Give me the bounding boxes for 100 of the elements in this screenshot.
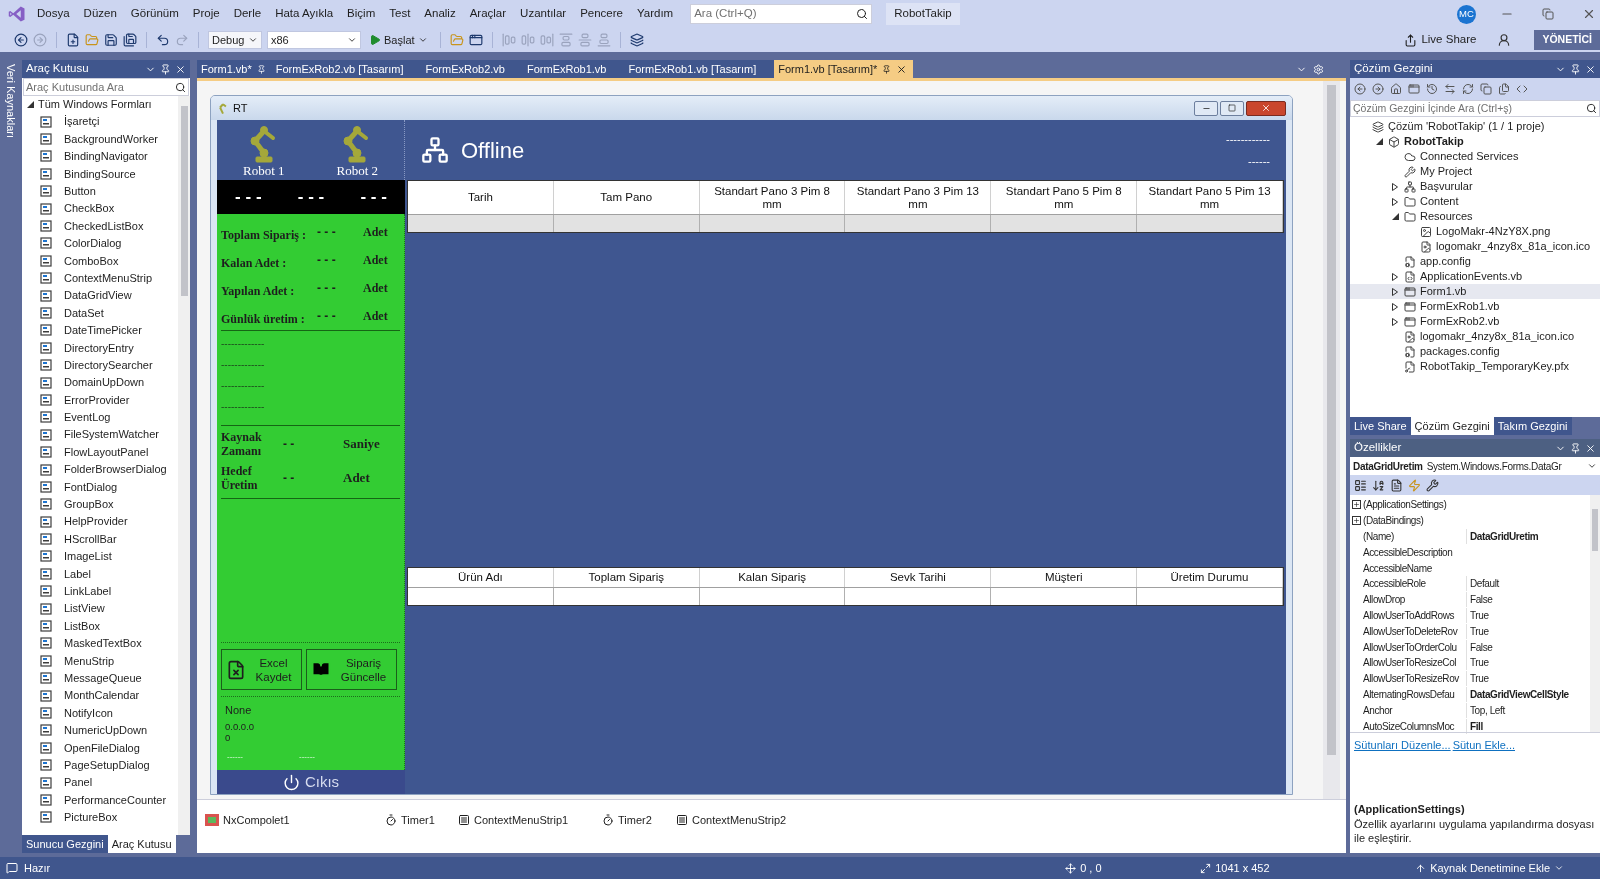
- expand-icon[interactable]: [1351, 500, 1361, 510]
- property-value[interactable]: Default: [1466, 576, 1499, 592]
- expand-icon[interactable]: [1351, 516, 1361, 526]
- toolbox-item[interactable]: Panel: [64, 774, 93, 791]
- window-icon[interactable]: [468, 33, 483, 47]
- object-selector[interactable]: DataGridUretim System.Windows.Forms.DataGr: [1350, 457, 1600, 475]
- menu-item[interactable]: Derle: [226, 5, 269, 23]
- property-value[interactable]: True: [1466, 671, 1489, 687]
- robot-button[interactable]: Robot 1: [242, 123, 285, 177]
- restore-icon[interactable]: [1542, 8, 1554, 20]
- panel-tab[interactable]: Live Share: [1350, 417, 1411, 435]
- toolbox-item[interactable]: ContextMenuStrip: [64, 269, 153, 287]
- side-tab[interactable]: Veri Kaynakları: [2, 64, 20, 138]
- search-box[interactable]: Ara (Ctrl+Q): [690, 4, 873, 24]
- toolbox-item[interactable]: DateTimePicker: [64, 322, 142, 339]
- toolbox-item[interactable]: OpenFileDialog: [64, 739, 140, 756]
- layers-icon[interactable]: [629, 33, 644, 47]
- collapse-arrow-icon[interactable]: [1391, 213, 1399, 220]
- search-field[interactable]: Ara (Ctrl+Q): [694, 5, 857, 23]
- toolbox-item[interactable]: ListBox: [64, 617, 101, 635]
- toolbox-item[interactable]: EventLog: [64, 409, 111, 426]
- document-tab[interactable]: FormExRob1.vb [Tasarım]: [624, 60, 775, 78]
- toolbox-group[interactable]: Tüm Windows Formları: [38, 96, 152, 113]
- wrench-icon[interactable]: [1426, 478, 1439, 492]
- menu-item[interactable]: Uzantılar: [513, 5, 574, 23]
- toolbox-item[interactable]: BackgroundWorker: [64, 130, 158, 148]
- person-icon[interactable]: [1497, 33, 1512, 47]
- panel-tab[interactable]: Sunucu Gezgini: [22, 835, 108, 853]
- panel-tab[interactable]: Çözüm Gezgini: [1410, 417, 1494, 435]
- files-icon[interactable]: [1498, 83, 1510, 95]
- list-icon[interactable]: [1354, 478, 1367, 492]
- component-label[interactable]: ContextMenuStrip2: [692, 812, 787, 829]
- toolbox-item[interactable]: DirectorySearcher: [64, 356, 153, 374]
- expand-arrow-icon[interactable]: [1392, 272, 1398, 281]
- toolbox-item[interactable]: Label: [64, 565, 91, 583]
- avatar[interactable]: MC: [1457, 4, 1476, 24]
- menu-item[interactable]: Test: [382, 5, 418, 23]
- tree-item[interactable]: Resources: [1420, 208, 1473, 225]
- tree-item[interactable]: ApplicationEvents.vb: [1420, 268, 1523, 285]
- scrollbar[interactable]: [1323, 81, 1340, 799]
- expand-arrow-icon[interactable]: [1392, 197, 1398, 206]
- dropdown-icon[interactable]: [248, 35, 258, 45]
- tree-item[interactable]: LogoMakr-4NzY8X.png: [1436, 223, 1551, 240]
- close-icon[interactable]: [175, 63, 186, 75]
- new-file-icon[interactable]: [66, 33, 80, 47]
- menu-item[interactable]: Biçim: [340, 5, 383, 23]
- expand-arrow-icon[interactable]: [1392, 317, 1398, 326]
- component-label[interactable]: NxCompolet1: [223, 812, 290, 829]
- toolbox-item[interactable]: NotifyIcon: [64, 704, 113, 722]
- toolbox-item[interactable]: ListView: [64, 600, 105, 617]
- property-value[interactable]: DataGridViewCellStyle: [1466, 686, 1569, 702]
- sort-icon[interactable]: [1372, 478, 1385, 492]
- save-all-icon[interactable]: [123, 33, 137, 47]
- tree-item[interactable]: packages.config: [1420, 343, 1500, 360]
- search-icon[interactable]: [1586, 103, 1597, 114]
- toolbox-item[interactable]: PageSetupDialog: [64, 756, 150, 774]
- refresh-icon[interactable]: [1462, 83, 1474, 95]
- forward-icon[interactable]: [1372, 83, 1384, 95]
- excel-button[interactable]: Excel Kaydet: [221, 649, 302, 690]
- tree-item[interactable]: logomakr_4nzy8x_81a_icon.ico: [1420, 328, 1575, 345]
- panel-tab[interactable]: Araç Kutusu: [107, 835, 176, 853]
- expand-arrow-icon[interactable]: [1392, 287, 1398, 296]
- file-x-icon[interactable]: [226, 659, 246, 680]
- command-link[interactable]: Sütunları Düzenle...: [1354, 737, 1451, 754]
- toolbox-item[interactable]: ErrorProvider: [64, 391, 130, 409]
- dropdown-icon[interactable]: [347, 35, 357, 45]
- menu-item[interactable]: Dosya: [30, 5, 77, 23]
- component-label[interactable]: ContextMenuStrip1: [474, 812, 569, 829]
- document-tab[interactable]: Form1.vb [Tasarım]*: [774, 60, 914, 78]
- pin-icon[interactable]: [1570, 63, 1581, 75]
- configuration-dropdown[interactable]: Debug: [208, 31, 262, 49]
- pin-icon[interactable]: [256, 64, 266, 74]
- menu-item[interactable]: Analiz: [417, 5, 463, 23]
- home-icon[interactable]: [1390, 83, 1402, 95]
- menu-item[interactable]: Proje: [185, 5, 227, 23]
- play-icon[interactable]: [369, 34, 381, 46]
- pin-icon[interactable]: [882, 64, 892, 74]
- platform-dropdown[interactable]: x86: [267, 31, 361, 49]
- tree-item[interactable]: FormExRob1.vb: [1420, 298, 1500, 315]
- robot-button[interactable]: Robot 2: [336, 123, 378, 177]
- minimize-button[interactable]: [1194, 100, 1218, 116]
- toolbox-item[interactable]: HelpProvider: [64, 513, 128, 530]
- share-icon[interactable]: [1404, 33, 1418, 47]
- tree-item[interactable]: Connected Services: [1420, 148, 1519, 165]
- property-value[interactable]: False: [1466, 639, 1493, 655]
- document-tab[interactable]: FormExRob1.vb: [523, 60, 625, 78]
- toolbox-item[interactable]: DataGridView: [64, 287, 132, 304]
- property-value[interactable]: DataGridUretim: [1466, 529, 1539, 544]
- search-icon[interactable]: [856, 8, 869, 20]
- toolbox-item[interactable]: NumericUpDown: [64, 722, 148, 739]
- tree-item[interactable]: logomakr_4nzy8x_81a_icon.ico: [1436, 238, 1591, 255]
- panel-tab[interactable]: Takım Gezgini: [1493, 417, 1572, 435]
- toolbox-item[interactable]: PictureBox: [64, 809, 118, 826]
- close-icon[interactable]: [896, 63, 908, 75]
- property-value[interactable]: Fill: [1466, 718, 1483, 734]
- expand-arrow-icon[interactable]: [1392, 302, 1398, 311]
- toolbox-item[interactable]: PerformanceCounter: [64, 791, 167, 809]
- toolbox-item[interactable]: FileSystemWatcher: [64, 426, 159, 443]
- close-icon[interactable]: [1585, 63, 1596, 75]
- scrollbar[interactable]: [1590, 495, 1600, 732]
